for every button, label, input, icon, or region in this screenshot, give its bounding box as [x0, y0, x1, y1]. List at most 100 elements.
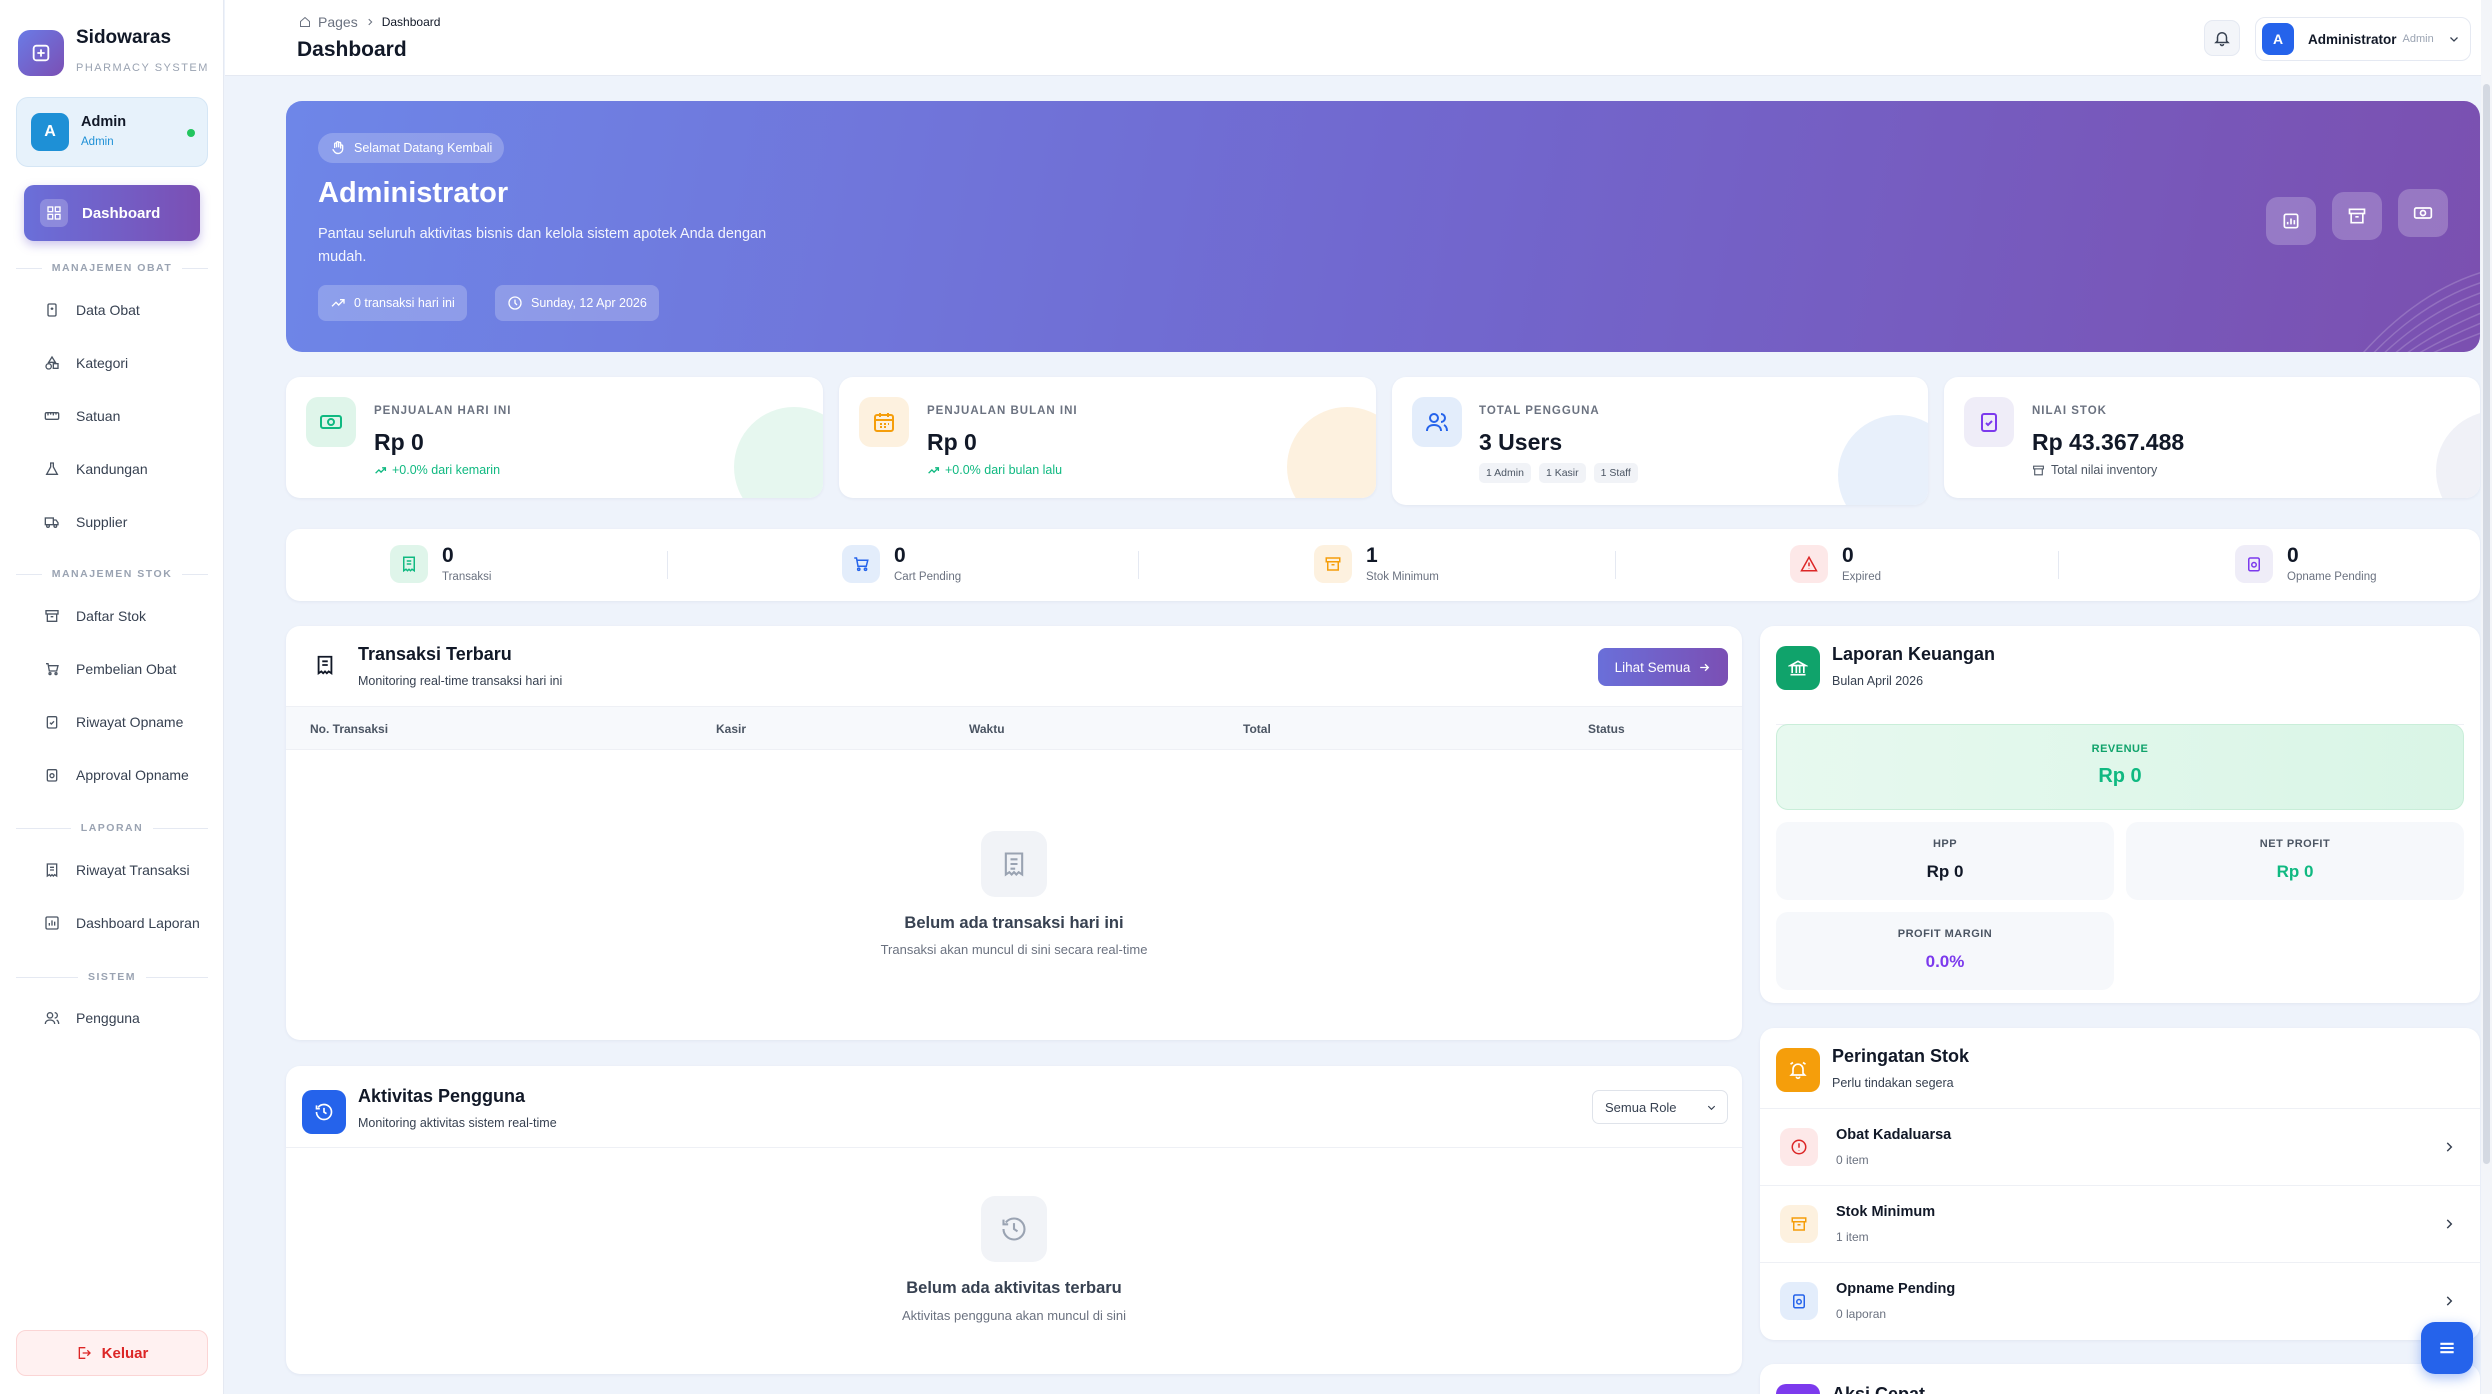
user-menu[interactable]: A Administrator Admin — [2255, 17, 2471, 61]
profit-margin-box: PROFIT MARGIN 0.0% — [1776, 912, 2114, 990]
stat-card-stock-value: NILAI STOK Rp 43.367.488 Total nilai inv… — [1944, 377, 2480, 498]
users-icon — [44, 1012, 60, 1025]
clipboard-clock-icon — [46, 769, 58, 782]
mini-stat-stok-minimum[interactable]: 1 Stok Minimum — [1314, 545, 1439, 583]
stat-value: Rp 43.367.488 — [2032, 429, 2185, 455]
sidebar-item-satuan[interactable]: Satuan — [44, 403, 120, 429]
sidebar-item-pembelian-obat[interactable]: Pembelian Obat — [44, 656, 176, 682]
divider — [1615, 551, 1616, 579]
clipboard-clock-icon — [1780, 1282, 1818, 1320]
sidebar-user-card[interactable]: A Admin Admin — [16, 97, 208, 167]
decor-circle — [2436, 411, 2480, 498]
sidebar-item-label: Dashboard — [82, 204, 161, 222]
column-header: No. Transaksi — [310, 722, 389, 736]
sidebar: Sidowaras PHARMACY SYSTEM A Admin Admin … — [0, 0, 224, 1394]
chevron-down-icon — [1707, 1105, 1716, 1110]
stat-card-sales-today: PENJUALAN HARI INI Rp 0 +0.0% dari kemar… — [286, 377, 823, 498]
section-title: MANAJEMEN OBAT — [16, 261, 208, 275]
brand-name: Sidowaras — [76, 27, 172, 48]
empty-state-subtitle: Transaksi akan muncul di sini secara rea… — [880, 942, 1148, 957]
flask-icon — [45, 462, 59, 475]
cash-shortcut-button[interactable] — [2398, 189, 2448, 237]
sidebar-item-supplier[interactable]: Supplier — [44, 509, 127, 535]
stat-label: PENJUALAN BULAN INI — [927, 405, 1078, 417]
hpp-box: HPP Rp 0 — [1776, 822, 2114, 900]
role-filter-select[interactable]: Semua Role — [1592, 1090, 1728, 1124]
sidebar-item-kandungan[interactable]: Kandungan — [44, 456, 148, 482]
brand-subtitle: PHARMACY SYSTEM — [76, 62, 209, 74]
report-shortcut-button[interactable] — [2266, 197, 2316, 245]
financial-report-panel: Laporan Keuangan Bulan April 2026 REVENU… — [1760, 626, 2480, 1003]
warning-item-expired[interactable]: Obat Kadaluarsa 0 item — [1760, 1108, 2480, 1185]
notification-button[interactable] — [2204, 20, 2240, 56]
trending-up-icon — [375, 466, 387, 474]
online-indicator — [187, 129, 195, 137]
sidebar-item-data-obat[interactable]: Data Obat — [44, 297, 140, 323]
stock-warning-panel: Peringatan Stok Perlu tindakan segera Ob… — [1760, 1028, 2480, 1340]
logo-icon — [18, 30, 64, 76]
mini-stat-cart-pending[interactable]: 0 Cart Pending — [842, 545, 961, 583]
scrollbar-thumb[interactable] — [2483, 84, 2490, 1164]
sidebar-item-riwayat-transaksi[interactable]: Riwayat Transaksi — [44, 857, 190, 883]
truck-icon — [44, 517, 59, 528]
sidebar-item-dashboard-laporan[interactable]: Dashboard Laporan — [44, 910, 200, 936]
archive-icon — [2348, 208, 2366, 224]
report-icon — [45, 916, 59, 930]
chart-icon — [2283, 213, 2299, 229]
empty-state-title: Belum ada transaksi hari ini — [904, 914, 1124, 932]
divider — [667, 551, 668, 579]
column-header: Total — [1243, 722, 1271, 736]
breadcrumb-current: Dashboard — [381, 15, 441, 29]
alarm-icon — [1776, 1048, 1820, 1092]
menu-fab-button[interactable] — [2421, 1322, 2473, 1374]
mini-stat-expired[interactable]: 0 Expired — [1790, 545, 1881, 583]
warning-item-opname-pending[interactable]: Opname Pending 0 laporan — [1760, 1262, 2480, 1339]
mini-stat-opname-pending[interactable]: 0 Opname Pending — [2235, 545, 2377, 583]
section-title: MANAJEMEN STOK — [16, 567, 208, 581]
sidebar-item-daftar-stok[interactable]: Daftar Stok — [44, 603, 146, 629]
sidebar-item-dashboard[interactable]: Dashboard — [24, 185, 200, 241]
section-title: SISTEM — [16, 970, 208, 984]
breadcrumb-root[interactable]: Pages — [318, 14, 358, 30]
stat-value: 3 Users — [1479, 429, 1563, 455]
scrollbar[interactable] — [2481, 0, 2492, 1394]
home-icon — [300, 16, 310, 27]
calendar-icon — [859, 397, 909, 447]
top-header: Pages Dashboard Dashboard A Administrato… — [225, 0, 2492, 76]
view-all-button[interactable]: Lihat Semua — [1598, 648, 1728, 686]
stat-label: TOTAL PENGGUNA — [1479, 405, 1600, 417]
panel-title: Peringatan Stok — [1832, 1046, 1970, 1066]
stock-shortcut-button[interactable] — [2332, 192, 2382, 240]
mini-stat-transaksi[interactable]: 0 Transaksi — [390, 545, 491, 583]
warning-icon — [1790, 545, 1828, 583]
decor-circle — [1287, 407, 1376, 498]
clipboard-check-icon — [46, 716, 58, 729]
divider — [286, 1147, 1742, 1148]
date-pill: Sunday, 12 Apr 2026 — [495, 285, 659, 321]
hero-title: Administrator — [318, 177, 509, 209]
warning-item-stok-minimum[interactable]: Stok Minimum 1 item — [1760, 1185, 2480, 1262]
sidebar-item-pengguna[interactable]: Pengguna — [44, 1005, 140, 1031]
sidebar-item-approval-opname[interactable]: Approval Opname — [44, 762, 189, 788]
lightning-icon — [1776, 1384, 1820, 1394]
shapes-icon — [45, 355, 59, 370]
logout-button[interactable]: Keluar — [16, 1330, 208, 1376]
sidebar-item-riwayat-opname[interactable]: Riwayat Opname — [44, 709, 183, 735]
trending-up-icon — [928, 466, 940, 474]
receipt-icon — [46, 863, 58, 878]
stat-card-sales-month: PENJUALAN BULAN INI Rp 0 +0.0% dari bula… — [839, 377, 1376, 498]
archive-icon — [2033, 465, 2044, 475]
user-menu-role: Admin — [2402, 33, 2434, 45]
menu-icon — [2440, 1342, 2454, 1354]
users-icon — [1412, 397, 1462, 447]
receipt-icon — [317, 655, 333, 675]
breadcrumb: Pages Dashboard — [299, 14, 440, 30]
dashboard-icon — [40, 199, 68, 227]
money-icon — [306, 397, 356, 447]
sidebar-user-role: Admin — [81, 136, 114, 148]
welcome-banner: Selamat Datang Kembali Administrator Pan… — [286, 101, 2480, 352]
sidebar-item-kategori[interactable]: Kategori — [44, 350, 128, 376]
stat-label: PENJUALAN HARI INI — [374, 405, 512, 417]
decor-circle — [734, 407, 823, 498]
chevron-right-icon — [2446, 1296, 2453, 1306]
